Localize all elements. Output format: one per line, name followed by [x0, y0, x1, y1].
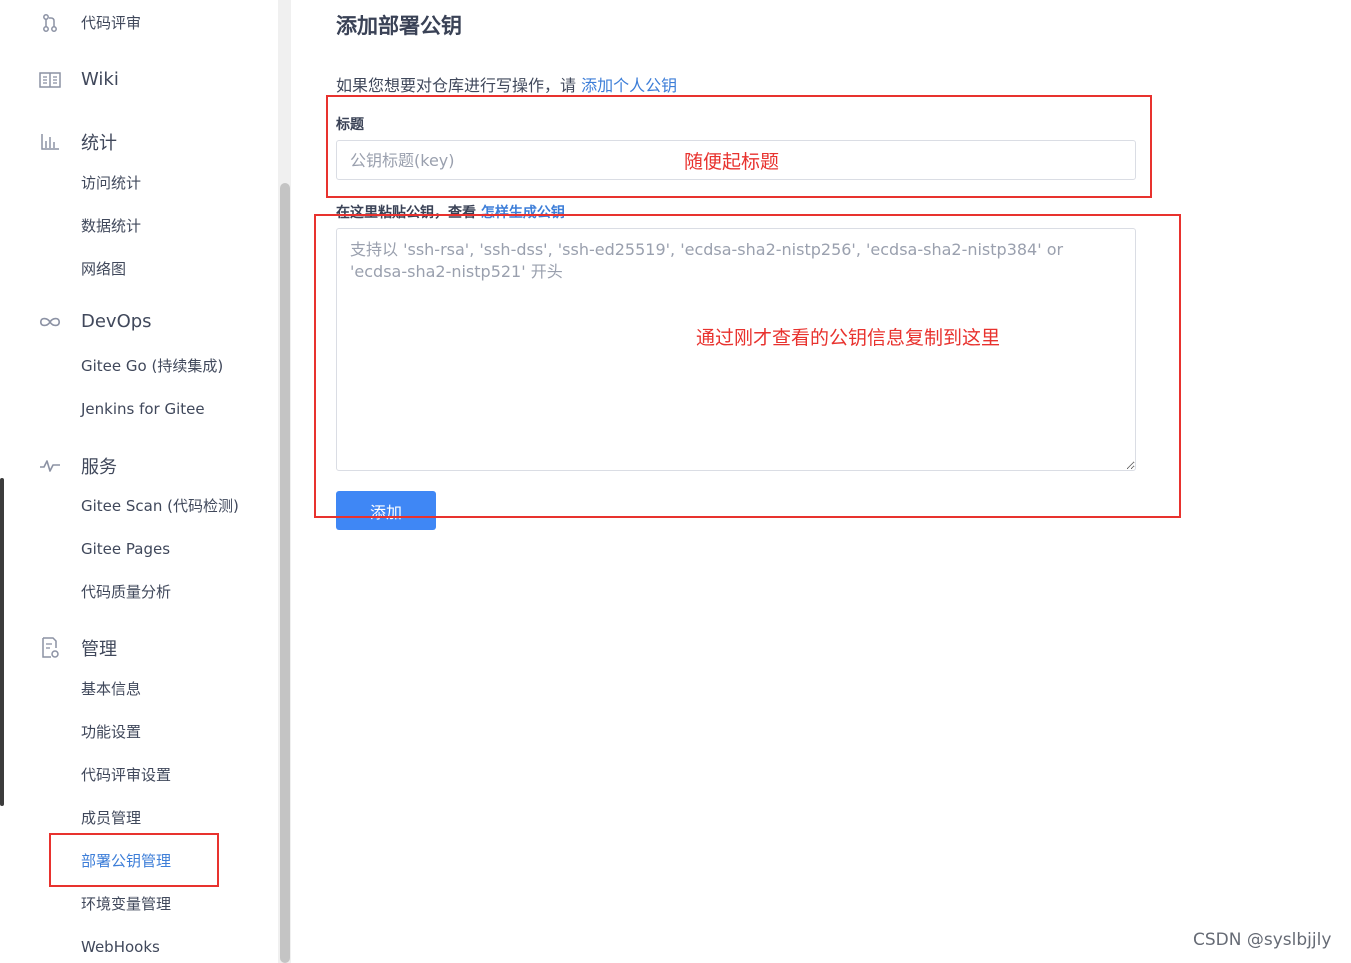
- sidebar-item-gitee-pages[interactable]: Gitee Pages: [81, 539, 170, 559]
- sidebar-item-data-stats[interactable]: 数据统计: [81, 216, 141, 236]
- sidebar-item-review-settings[interactable]: 代码评审设置: [81, 765, 171, 785]
- sidebar-item-visit-stats[interactable]: 访问统计: [81, 173, 141, 193]
- sidebar-item-gitee-go[interactable]: Gitee Go (持续集成): [81, 356, 223, 376]
- annotation-key-note: 通过刚才查看的公钥信息复制到这里: [696, 327, 1001, 349]
- sidebar-group-code-review[interactable]: 代码评审: [38, 12, 141, 33]
- annotation-title-note: 随便起标题: [684, 151, 780, 173]
- csdn-watermark: CSDN @syslbjjly: [1193, 930, 1332, 950]
- sidebar-group-label: 管理: [81, 639, 117, 660]
- sidebar-group-service[interactable]: 服务: [38, 453, 117, 479]
- wiki-icon: [38, 70, 62, 90]
- intro-text: 如果您想要对仓库进行写操作，请 添加个人公钥: [336, 72, 677, 96]
- add-personal-key-link[interactable]: 添加个人公钥: [581, 76, 677, 95]
- service-pulse-icon: [38, 456, 62, 476]
- sidebar-group-label: DevOps: [81, 311, 152, 332]
- sidebar-group-label: Wiki: [81, 69, 119, 90]
- intro-prefix: 如果您想要对仓库进行写操作，请: [336, 76, 582, 95]
- sidebar-item-webhooks[interactable]: WebHooks: [81, 937, 160, 957]
- sidebar-group-wiki[interactable]: Wiki: [38, 69, 119, 90]
- sidebar-scrollbar-thumb[interactable]: [280, 183, 290, 963]
- devops-infinity-icon: [38, 312, 62, 332]
- annotation-box-key: [314, 214, 1181, 518]
- manage-icon: [38, 637, 62, 658]
- sidebar-item-members[interactable]: 成员管理: [81, 808, 141, 828]
- sidebar-group-label: 代码评审: [81, 14, 142, 32]
- sidebar: 代码评审 Wiki 统计 访问统计 数据统计 网络图 DevOps Gitee …: [0, 0, 278, 963]
- sidebar-item-env-vars[interactable]: 环境变量管理: [81, 894, 171, 914]
- sidebar-group-label: 统计: [81, 133, 117, 154]
- sidebar-item-code-quality[interactable]: 代码质量分析: [81, 582, 171, 602]
- sidebar-item-basic-info[interactable]: 基本信息: [81, 679, 141, 699]
- sidebar-item-jenkins[interactable]: Jenkins for Gitee: [81, 399, 205, 419]
- sidebar-item-network-graph[interactable]: 网络图: [81, 259, 126, 279]
- sidebar-group-devops[interactable]: DevOps: [38, 311, 152, 332]
- sidebar-group-manage[interactable]: 管理: [38, 635, 117, 661]
- annotation-box-sidebar: [49, 833, 219, 887]
- stats-icon: [38, 132, 62, 152]
- sidebar-item-feature-settings[interactable]: 功能设置: [81, 722, 141, 742]
- code-review-icon: [38, 13, 62, 33]
- sidebar-group-label: 服务: [81, 457, 117, 478]
- window-edge: [0, 478, 4, 806]
- sidebar-group-stats[interactable]: 统计: [38, 129, 117, 155]
- sidebar-item-gitee-scan[interactable]: Gitee Scan (代码检测): [81, 496, 239, 516]
- page-title: 添加部署公钥: [336, 14, 462, 38]
